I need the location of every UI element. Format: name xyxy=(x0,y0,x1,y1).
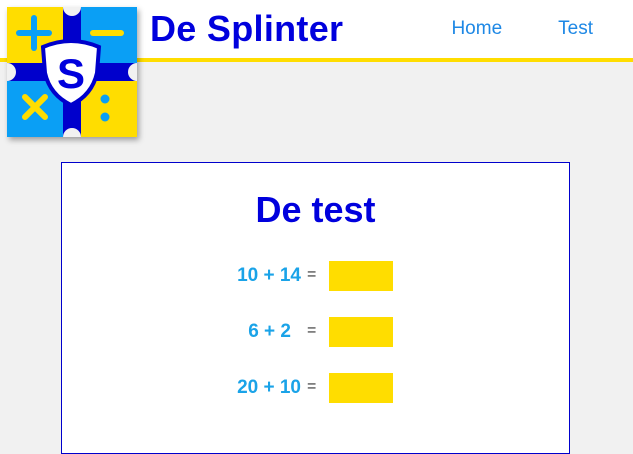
test-card: De test 10 + 14 = 6 + 2 = 20 + 10 = xyxy=(61,162,570,454)
answer-input[interactable] xyxy=(329,317,393,347)
question-expression: 10 + 14 xyxy=(237,265,301,286)
main-nav: Home Test xyxy=(451,18,593,40)
question-expression: 6 + 2 xyxy=(248,321,291,342)
logo-letter: S xyxy=(57,50,85,97)
equals-sign: = xyxy=(307,322,317,339)
site-title[interactable]: De Splinter xyxy=(150,8,343,50)
equals-sign: = xyxy=(307,378,317,395)
answer-input[interactable] xyxy=(329,373,393,403)
equals-sign: = xyxy=(307,266,317,283)
question-row: 20 + 10 = xyxy=(62,373,569,405)
question-expression: 20 + 10 xyxy=(237,377,301,398)
logo-icon[interactable]: S xyxy=(7,7,137,137)
question-row: 6 + 2 = xyxy=(62,317,569,349)
answer-input[interactable] xyxy=(329,261,393,291)
nav-home-link[interactable]: Home xyxy=(451,18,502,40)
nav-test-link[interactable]: Test xyxy=(558,18,593,40)
question-row: 10 + 14 = xyxy=(62,261,569,293)
test-title: De test xyxy=(255,189,376,230)
